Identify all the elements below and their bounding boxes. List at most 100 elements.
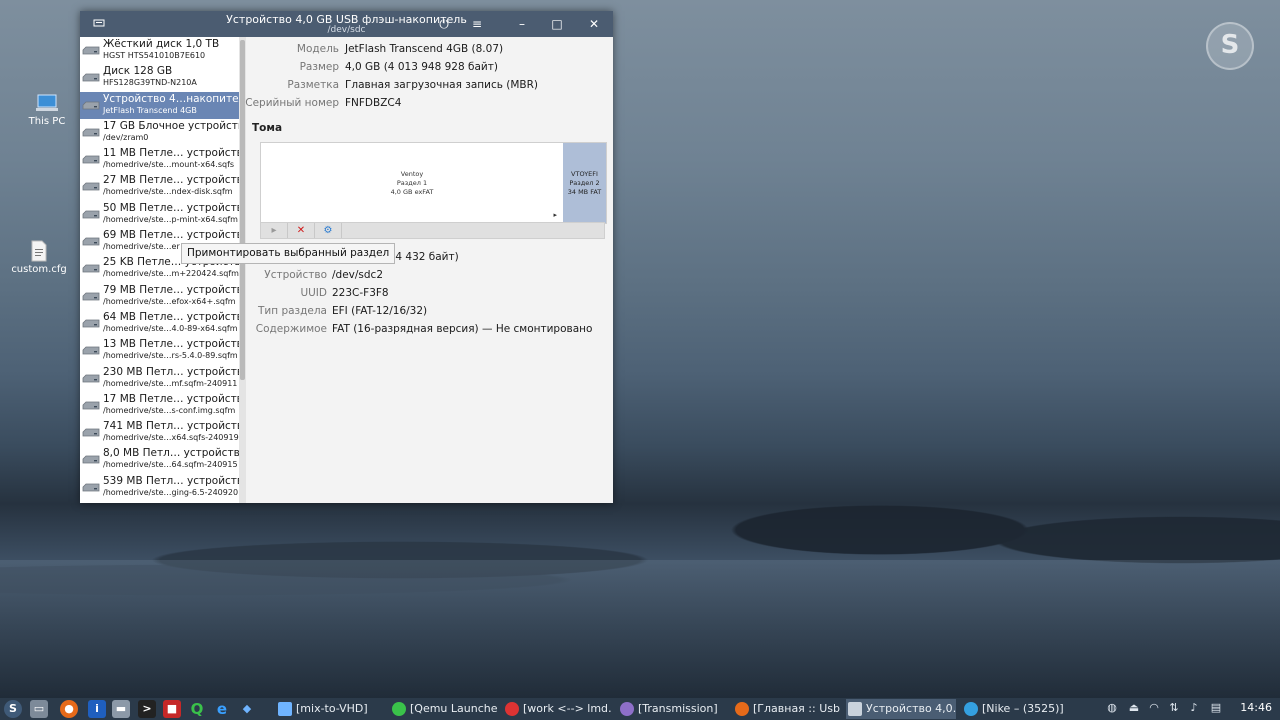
drive-icon (82, 128, 100, 137)
partition-settings-icon[interactable]: ⚙ (315, 223, 342, 238)
device-list-item[interactable]: 13 MB Петле… устройство/homedrive/ste…rs… (80, 337, 246, 364)
terminal-icon[interactable]: > (138, 700, 156, 718)
app-icon (505, 702, 519, 716)
delete-partition-icon[interactable]: ✕ (288, 223, 315, 238)
monitor-icon (36, 94, 58, 111)
info-app-icon[interactable]: i (88, 700, 106, 718)
device-name: 79 MB Петле… устройство (103, 283, 246, 296)
device-subtitle: /homedrive/ste…x64.sqfs-240919 (103, 433, 239, 443)
info-row-partition-type: Тип раздела EFI (FAT-12/16/32) (258, 305, 428, 317)
volume-map: Ventoy Раздел 1 4,0 GB exFAT ▸ VTOYEFI Р… (260, 142, 607, 224)
device-list-item[interactable]: 27 MB Петле… устройство/homedrive/ste…nd… (80, 173, 246, 200)
task-qemu-launcher[interactable]: [Qemu Launcher] (390, 699, 498, 719)
device-subtitle: /homedrive/ste…rs-5.4.0-89.sqfm (103, 351, 238, 361)
task-mix-to-vhd[interactable]: [mix-to-VHD] (276, 699, 384, 719)
device-list-item[interactable]: 8,0 MB Петл… устройство/homedrive/ste…64… (80, 446, 246, 473)
device-subtitle: /dev/zram0 (103, 132, 149, 142)
device-name: 8,0 MB Петл… устройство (103, 447, 246, 460)
volume-icon[interactable]: ♪ (1186, 700, 1202, 716)
clock[interactable]: 14:46 (1240, 701, 1272, 714)
info-row-model: Модель JetFlash Transcend 4GB (8.07) (296, 43, 504, 55)
wifi-icon[interactable]: ◠ (1146, 700, 1162, 716)
device-name: 69 MB Петле… устройство (103, 229, 246, 242)
stop-app-icon[interactable]: ■ (163, 700, 181, 718)
power-off-icon[interactable]: ⏻ (435, 15, 453, 33)
edge-browser-icon[interactable]: e (213, 700, 231, 718)
info-row-size: Размер 4,0 GB (4 013 948 928 байт) (299, 61, 498, 73)
info-row-uuid: UUID 223C-F3F8 (300, 287, 389, 299)
show-desktop-icon[interactable]: ▭ (30, 700, 48, 718)
device-subtitle: /homedrive/ste…p-mint-x64.sqfm (103, 214, 238, 224)
keyboard-layout-flag-icon[interactable]: ▤ (1208, 700, 1224, 716)
device-list-item[interactable]: 539 MB Петл… устройство/homedrive/ste…gi… (80, 474, 246, 501)
drive-icon (82, 155, 100, 164)
network-icon[interactable]: ⇅ (1166, 700, 1182, 716)
drive-icon (82, 374, 100, 382)
desktop-icon-custom-cfg[interactable]: custom.cfg (4, 240, 74, 275)
drive-icon (82, 483, 100, 492)
drive-icon (82, 46, 100, 55)
drive-icon (82, 401, 100, 410)
device-list-item[interactable]: 64 MB Петле… устройство/homedrive/ste…4.… (80, 310, 246, 337)
device-subtitle: /homedrive/ste…mf.sqfm-240911 (103, 378, 238, 388)
device-list-item[interactable]: 230 MB Петл… устройство/homedrive/ste…mf… (80, 365, 246, 392)
task-work[interactable]: [work <--> lmd… (503, 699, 611, 719)
minimize-button[interactable]: – (513, 15, 531, 33)
device-name: 741 MB Петл… устройство (103, 420, 246, 433)
device-subtitle: HFS128G39TND-N210A (103, 78, 197, 88)
device-list-item[interactable]: Диск 128 GB HFS128G39TND-N210A (80, 64, 246, 91)
device-subtitle: JetFlash Transcend 4GB (103, 105, 197, 115)
scrollbar-thumb[interactable] (240, 40, 245, 380)
task-transmission[interactable]: [Transmission] (618, 699, 726, 719)
device-name: Устройство 4…накопитель (103, 92, 246, 105)
device-list-item[interactable]: 79 MB Петле… устройство/homedrive/ste…ef… (80, 283, 246, 310)
device-list-item[interactable]: 11 MB Петле… устройство/homedrive/ste…mo… (80, 146, 246, 173)
close-button[interactable]: ✕ (585, 15, 603, 33)
desktop-icon-label: This PC (28, 116, 66, 127)
volume-partition-2[interactable]: VTOYEFI Раздел 2 34 MB FAT (563, 143, 606, 223)
start-menu-icon[interactable]: S (4, 700, 22, 718)
wallpaper-lake (0, 560, 1280, 700)
drive-icon (82, 237, 100, 246)
device-list: Жёсткий диск 1,0 TB HGST HTS541010B7E610 Д… (80, 37, 246, 503)
network-app-icon[interactable]: ◆ (238, 700, 256, 718)
device-name: 64 MB Петле… устройство (103, 310, 246, 323)
drive-icon (82, 292, 100, 301)
device-list-item[interactable]: 17 MB Петле… устройство/homedrive/ste…s-… (80, 392, 246, 419)
drive-icon (82, 101, 100, 109)
device-subtitle: /homedrive/ste…m+220424.sqfm (103, 269, 239, 279)
volume-toolbar: ▸ ✕ ⚙ (260, 222, 605, 239)
device-list-item[interactable]: 50 MB Петле… устройство/homedrive/ste…p-… (80, 201, 246, 228)
volume-partition-1[interactable]: Ventoy Раздел 1 4,0 GB exFAT ▸ (261, 143, 563, 223)
qemu-launcher-icon[interactable]: Q (188, 700, 206, 718)
device-list-item[interactable]: Жёсткий диск 1,0 TB HGST HTS541010B7E610 (80, 37, 246, 64)
maximize-button[interactable]: □ (548, 15, 566, 33)
task-disks-active[interactable]: Устройство 4,0… (846, 699, 956, 719)
device-list-item[interactable]: 741 MB Петл… устройство/homedrive/ste…x6… (80, 419, 246, 446)
task-browser[interactable]: [Главная :: Usb… (733, 699, 841, 719)
device-name: 17 GB Блочное устройство (103, 119, 246, 132)
task-telegram[interactable]: [Nike – (3525)] (962, 699, 1070, 719)
hamburger-menu-icon[interactable]: ≡ (468, 15, 486, 33)
expand-arrow-icon: ▸ (553, 211, 557, 219)
transmission-icon (620, 702, 634, 716)
device-name: Жёсткий диск 1,0 TB (103, 38, 220, 50)
mount-play-icon[interactable]: ▸ (261, 223, 288, 238)
device-list-item[interactable]: Устройство 4…накопитель JetFlash Transcen… (80, 91, 246, 119)
globe-icon[interactable]: ◍ (1104, 700, 1120, 716)
device-name: 50 MB Петле… устройство (103, 201, 246, 214)
info-row-partitioning: Разметка Главная загрузочная запись (MBR… (287, 79, 539, 91)
firefox-icon[interactable]: ● (60, 700, 78, 718)
device-list-item[interactable]: 17 GB Блочное устройство/dev/zram0 (80, 119, 246, 146)
drive-icon (82, 264, 100, 273)
info-row-contents: Содержимое FAT (16-разрядная версия) — Н… (255, 323, 593, 335)
titlebar[interactable]: Устройство 4,0 GB USB флэш-накопитель /d… (80, 11, 613, 37)
usb-icon[interactable]: ⏏ (1126, 700, 1142, 716)
taskbar: S ▭ ● i ▬ > ■ Q e ◆ [mix-to-VHD] [Qemu L… (0, 698, 1280, 720)
device-name: 11 MB Петле… устройство (103, 147, 246, 160)
disks-app-icon[interactable]: ▬ (112, 700, 130, 718)
device-subtitle: /homedrive/ste…ging-6.5-240920 (103, 487, 239, 497)
desktop-icon-this-pc[interactable]: This PC (12, 94, 82, 127)
device-name: 17 MB Петле… устройство (103, 392, 246, 405)
drive-icon (82, 73, 100, 82)
